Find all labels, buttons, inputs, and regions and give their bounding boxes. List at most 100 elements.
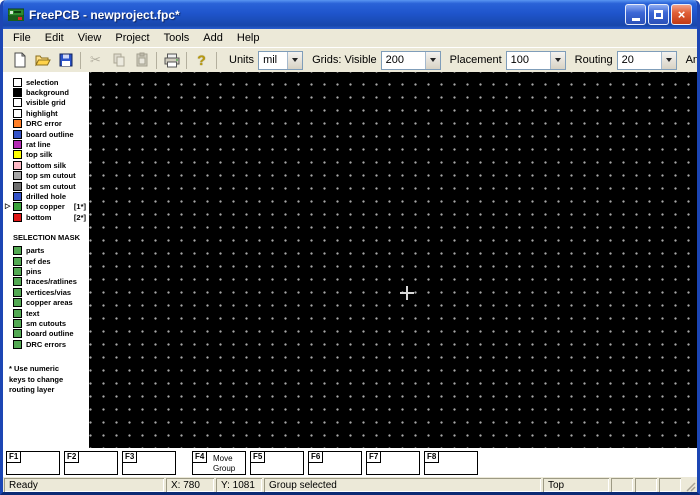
- layer-color-swatch[interactable]: [13, 98, 22, 107]
- layer-color-swatch[interactable]: [13, 192, 22, 201]
- layer-color-swatch[interactable]: [13, 150, 22, 159]
- mask-color-swatch[interactable]: [13, 277, 22, 286]
- window-title: FreePCB - newproject.fpc*: [29, 8, 625, 22]
- placement-combobox[interactable]: 100: [506, 51, 566, 70]
- note-line: keys to change: [9, 375, 89, 386]
- toolbar: ✂ ? Units mi: [3, 47, 697, 72]
- new-file-button[interactable]: [8, 50, 31, 71]
- layer-sidebar: ▷ selection ▷ background ▷: [3, 72, 89, 448]
- fkey-tag: F8: [424, 451, 439, 463]
- mask-label: parts: [26, 246, 44, 255]
- open-file-icon: [35, 52, 51, 68]
- mask-color-swatch[interactable]: [13, 319, 22, 328]
- grids-dropdown-button[interactable]: [425, 52, 440, 69]
- layer-row: ▷ highlight: [5, 108, 89, 118]
- layer-color-swatch[interactable]: [13, 140, 22, 149]
- status-ready: Ready: [4, 478, 164, 492]
- mask-color-swatch[interactable]: [13, 298, 22, 307]
- toolbar-separator: [80, 52, 81, 69]
- close-button[interactable]: ×: [671, 4, 692, 25]
- chevron-down-icon: [555, 58, 561, 62]
- paste-button[interactable]: [130, 50, 153, 71]
- selection-mask-row: parts: [5, 245, 89, 255]
- mask-color-swatch[interactable]: [13, 246, 22, 255]
- layer-color-swatch[interactable]: [13, 130, 22, 139]
- layer-color-swatch[interactable]: [13, 171, 22, 180]
- cut-icon: ✂: [90, 52, 101, 68]
- grids-visible-combobox[interactable]: 200: [381, 51, 441, 70]
- layer-label: top sm cutout: [26, 171, 76, 180]
- fkey-button[interactable]: F8: [424, 451, 478, 475]
- chevron-down-icon: [292, 58, 298, 62]
- mask-label: traces/ratlines: [26, 277, 77, 286]
- open-file-button[interactable]: [31, 50, 54, 71]
- fkey-button[interactable]: F5: [250, 451, 304, 475]
- fkey-tag: F2: [64, 451, 79, 463]
- selection-mask-row: board outline: [5, 329, 89, 339]
- mask-color-swatch[interactable]: [13, 267, 22, 276]
- placement-value: 100: [507, 54, 550, 66]
- layer-row: ▷ DRC error: [5, 119, 89, 129]
- layer-color-swatch[interactable]: [13, 161, 22, 170]
- placement-dropdown-button[interactable]: [550, 52, 565, 69]
- placement-label: Placement: [450, 54, 502, 66]
- mask-color-swatch[interactable]: [13, 309, 22, 318]
- save-button[interactable]: [54, 50, 77, 71]
- layer-row: ▷ rat line: [5, 139, 89, 149]
- print-button[interactable]: [160, 50, 183, 71]
- fkey-button[interactable]: F2: [64, 451, 118, 475]
- layer-label: top silk: [26, 150, 52, 159]
- layer-color-swatch[interactable]: [13, 182, 22, 191]
- routing-layer-note: * Use numerickeys to changerouting layer: [9, 364, 89, 396]
- status-y-coordinate: Y: 1081: [216, 478, 262, 492]
- routing-value: 20: [618, 54, 661, 66]
- layer-color-swatch[interactable]: [13, 202, 22, 211]
- layer-label: bot sm cutout: [26, 182, 76, 191]
- menu-item[interactable]: Edit: [38, 30, 71, 46]
- menu-item[interactable]: Add: [196, 30, 230, 46]
- pcb-canvas[interactable]: [89, 72, 697, 448]
- layer-color-swatch[interactable]: [13, 78, 22, 87]
- resize-grip[interactable]: [683, 478, 696, 492]
- minimize-button[interactable]: [625, 4, 646, 25]
- layer-color-swatch[interactable]: [13, 213, 22, 222]
- app-icon: [8, 7, 24, 23]
- menu-item[interactable]: View: [71, 30, 109, 46]
- mask-color-swatch[interactable]: [13, 340, 22, 349]
- layer-color-swatch[interactable]: [13, 119, 22, 128]
- crosshair-cursor-icon: [406, 286, 408, 300]
- layer-row: ▷ background: [5, 87, 89, 97]
- menu-item[interactable]: Project: [108, 30, 156, 46]
- status-pane-empty: [611, 478, 633, 492]
- save-icon: [58, 52, 74, 68]
- units-combobox[interactable]: mil: [258, 51, 303, 70]
- copy-button[interactable]: [107, 50, 130, 71]
- fkey-button[interactable]: F3: [122, 451, 176, 475]
- fkey-button[interactable]: F7: [366, 451, 420, 475]
- menu-item[interactable]: File: [6, 30, 38, 46]
- mask-label: board outline: [26, 329, 74, 338]
- mask-color-swatch[interactable]: [13, 288, 22, 297]
- grids-label: Grids: Visible: [312, 54, 377, 66]
- help-button[interactable]: ?: [190, 50, 213, 71]
- menu-item[interactable]: Help: [230, 30, 267, 46]
- fkey-tag: F4: [192, 451, 207, 463]
- menu-item[interactable]: Tools: [157, 30, 197, 46]
- mask-color-swatch[interactable]: [13, 257, 22, 266]
- fkey-button[interactable]: F1: [6, 451, 60, 475]
- cut-button[interactable]: ✂: [84, 50, 107, 71]
- fkey-button[interactable]: F6: [308, 451, 362, 475]
- layer-color-swatch[interactable]: [13, 109, 22, 118]
- units-dropdown-button[interactable]: [287, 52, 302, 69]
- selection-mask-row: DRC errors: [5, 339, 89, 349]
- layer-color-swatch[interactable]: [13, 88, 22, 97]
- layer-suffix: [1*]: [74, 202, 89, 211]
- maximize-button[interactable]: [648, 4, 669, 25]
- resize-grip-icon: [684, 480, 696, 492]
- routing-dropdown-button[interactable]: [661, 52, 676, 69]
- title-bar: FreePCB - newproject.fpc* ×: [3, 0, 697, 29]
- fkey-button[interactable]: F4 Move Group: [192, 451, 246, 475]
- mask-color-swatch[interactable]: [13, 329, 22, 338]
- routing-combobox[interactable]: 20: [617, 51, 677, 70]
- selection-mask-row: sm cutouts: [5, 318, 89, 328]
